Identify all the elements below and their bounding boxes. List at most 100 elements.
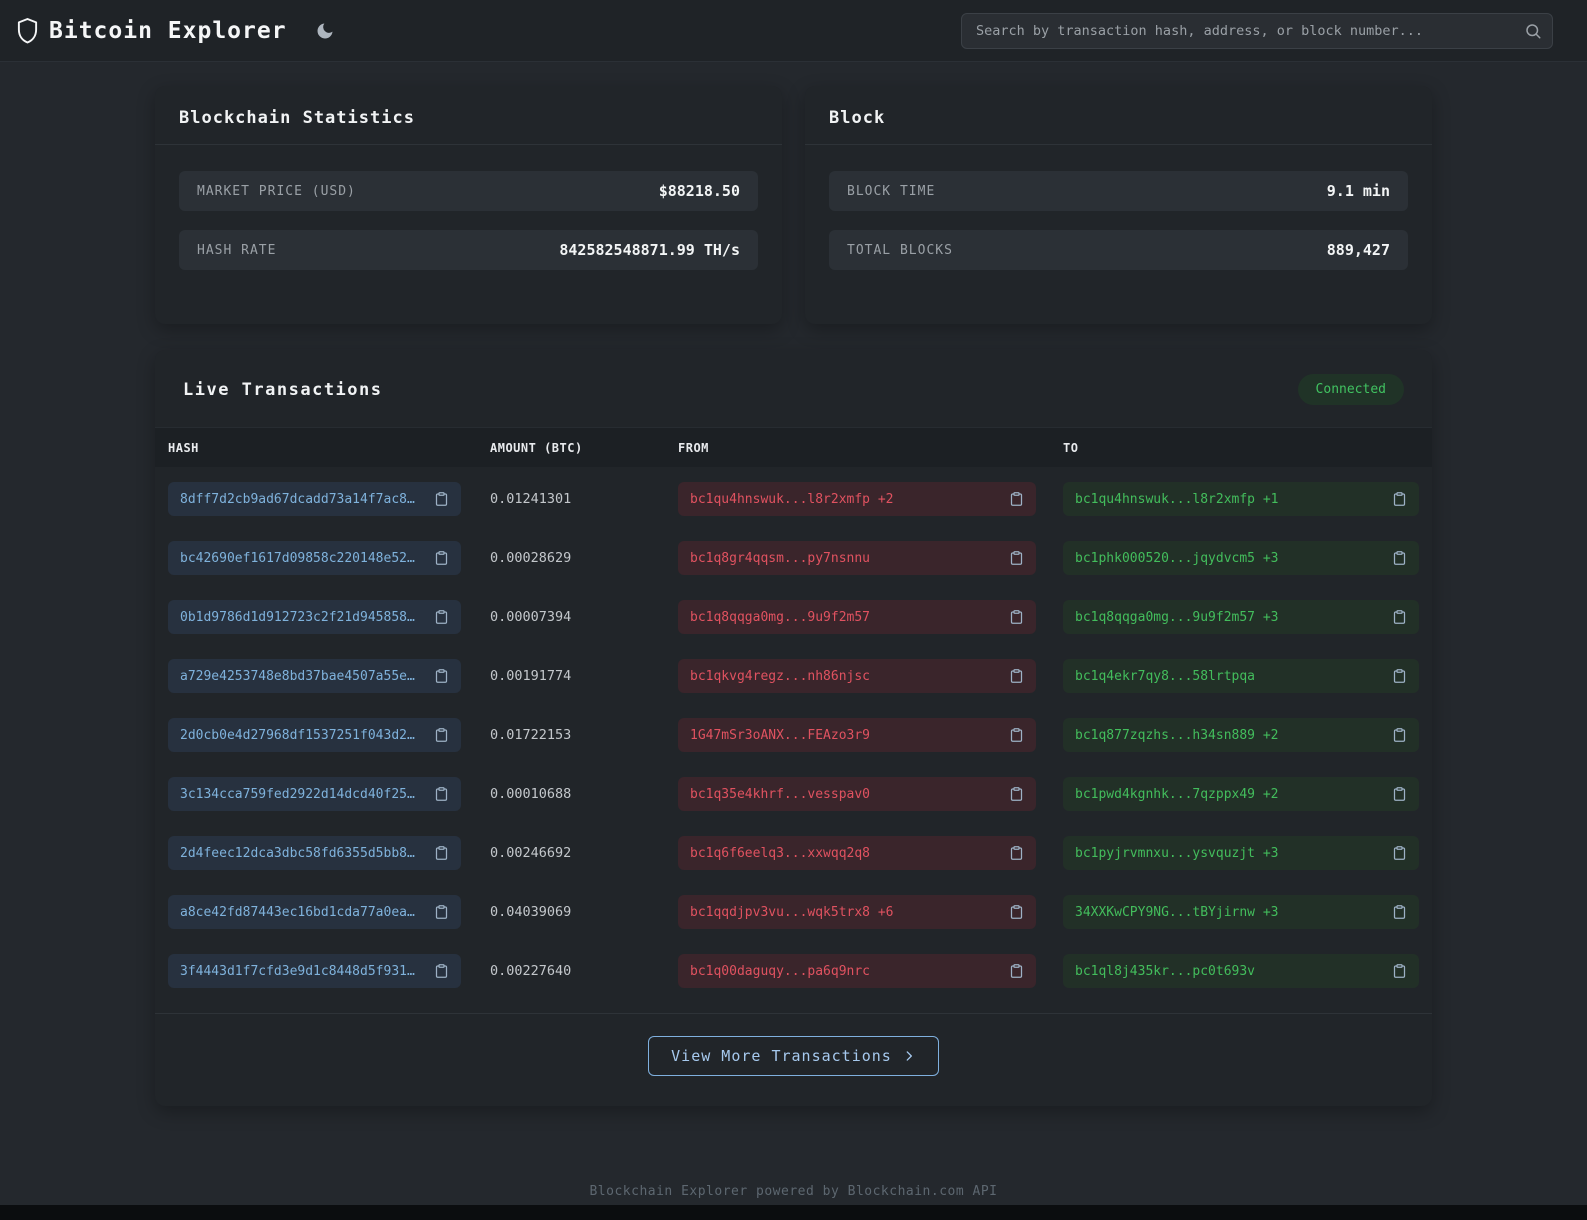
to-address-pill[interactable]: bc1q877zqzhs...h34sn889 +2	[1063, 718, 1419, 752]
transaction-hash[interactable]: 3c134cca759fed2922d14dcd40f25…	[180, 787, 415, 802]
to-address[interactable]: bc1pwd4kgnhk...7qzppx49 +2	[1075, 787, 1279, 802]
block-card-title: Block	[829, 108, 1408, 128]
to-address-pill[interactable]: bc1q4ekr7qy8...58lrtpqa	[1063, 659, 1419, 693]
transaction-hash-pill[interactable]: 3f4443d1f7cfd3e9d1c8448d5f931…	[168, 954, 461, 988]
copy-hash-icon[interactable]	[432, 902, 451, 922]
transaction-hash[interactable]: 0b1d9786d1d912723c2f21d945858…	[180, 610, 415, 625]
theme-toggle-moon-icon[interactable]	[315, 21, 335, 41]
live-transactions-title: Live Transactions	[183, 380, 383, 400]
copy-from-address-icon[interactable]	[1007, 489, 1026, 509]
copy-from-address-icon[interactable]	[1007, 725, 1026, 745]
copy-to-address-icon[interactable]	[1390, 843, 1409, 863]
copy-hash-icon[interactable]	[432, 725, 451, 745]
copy-hash-icon[interactable]	[432, 784, 451, 804]
copy-to-address-icon[interactable]	[1390, 902, 1409, 922]
to-address[interactable]: bc1pyjrvmnxu...ysvquzjt +3	[1075, 846, 1279, 861]
table-row: 3f4443d1f7cfd3e9d1c8448d5f931… 0.0022764…	[168, 954, 1419, 988]
copy-hash-icon[interactable]	[432, 607, 451, 627]
to-address[interactable]: bc1ql8j435kr...pc0t693v	[1075, 964, 1255, 979]
table-row: 2d0cb0e4d27968df1537251f043d2… 0.0172215…	[168, 718, 1419, 752]
copy-from-address-icon[interactable]	[1007, 902, 1026, 922]
from-address[interactable]: bc1qkvg4regz...nh86njsc	[690, 669, 870, 684]
copy-to-address-icon[interactable]	[1390, 784, 1409, 804]
to-address-pill[interactable]: bc1phk000520...jqydvcm5 +3	[1063, 541, 1419, 575]
copy-to-address-icon[interactable]	[1390, 489, 1409, 509]
connection-status-badge: Connected	[1298, 374, 1404, 405]
transaction-hash[interactable]: a729e4253748e8bd37bae4507a55e…	[180, 669, 415, 684]
copy-to-address-icon[interactable]	[1390, 961, 1409, 981]
stat-label: TOTAL BLOCKS	[847, 243, 953, 258]
transactions-body: 8dff7d2cb9ad67dcadd73a14f7ac8… 0.0124130…	[155, 467, 1432, 988]
copy-from-address-icon[interactable]	[1007, 843, 1026, 863]
transaction-hash[interactable]: 3f4443d1f7cfd3e9d1c8448d5f931…	[180, 964, 415, 979]
copy-to-address-icon[interactable]	[1390, 666, 1409, 686]
transaction-amount: 0.00007394	[490, 609, 678, 625]
copy-from-address-icon[interactable]	[1007, 961, 1026, 981]
from-address[interactable]: bc1q8gr4qqsm...py7nsnnu	[690, 551, 870, 566]
transaction-hash-pill[interactable]: 8dff7d2cb9ad67dcadd73a14f7ac8…	[168, 482, 461, 516]
transaction-hash-pill[interactable]: 3c134cca759fed2922d14dcd40f25…	[168, 777, 461, 811]
from-address-pill[interactable]: bc1q00daguqy...pa6q9nrc	[678, 954, 1036, 988]
copy-hash-icon[interactable]	[432, 548, 451, 568]
copy-to-address-icon[interactable]	[1390, 607, 1409, 627]
to-address-pill[interactable]: 34XXKwCPY9NG...tBYjirnw +3	[1063, 895, 1419, 929]
copy-hash-icon[interactable]	[432, 666, 451, 686]
from-address[interactable]: bc1q00daguqy...pa6q9nrc	[690, 964, 870, 979]
from-address-pill[interactable]: bc1qqdjpv3vu...wqk5trx8 +6	[678, 895, 1036, 929]
copy-hash-icon[interactable]	[432, 843, 451, 863]
stat-label: HASH RATE	[197, 243, 276, 258]
copy-hash-icon[interactable]	[432, 961, 451, 981]
divider	[805, 144, 1432, 145]
from-address-pill[interactable]: bc1qu4hnswuk...l8r2xmfp +2	[678, 482, 1036, 516]
from-address-pill[interactable]: bc1qkvg4regz...nh86njsc	[678, 659, 1036, 693]
to-address[interactable]: bc1phk000520...jqydvcm5 +3	[1075, 551, 1279, 566]
transaction-hash[interactable]: 2d4feec12dca3dbc58fd6355d5bb8…	[180, 846, 415, 861]
transaction-hash[interactable]: a8ce42fd87443ec16bd1cda77a0ea…	[180, 905, 415, 920]
transaction-hash-pill[interactable]: 0b1d9786d1d912723c2f21d945858…	[168, 600, 461, 634]
to-address[interactable]: bc1q877zqzhs...h34sn889 +2	[1075, 728, 1279, 743]
table-row: 0b1d9786d1d912723c2f21d945858… 0.0000739…	[168, 600, 1419, 634]
search-icon[interactable]	[1524, 22, 1542, 40]
from-address-pill[interactable]: 1G47mSr3oANX...FEAzo3r9	[678, 718, 1036, 752]
transaction-hash-pill[interactable]: bc42690ef1617d09858c220148e52…	[168, 541, 461, 575]
stat-value: 9.1 min	[1327, 182, 1390, 200]
transaction-hash-pill[interactable]: a729e4253748e8bd37bae4507a55e…	[168, 659, 461, 693]
page-footer-text: Blockchain Explorer powered by Blockchai…	[155, 1184, 1432, 1199]
to-address-pill[interactable]: bc1q8qqga0mg...9u9f2m57 +3	[1063, 600, 1419, 634]
to-address[interactable]: bc1q4ekr7qy8...58lrtpqa	[1075, 669, 1255, 684]
from-address-pill[interactable]: bc1q8qqga0mg...9u9f2m57	[678, 600, 1036, 634]
copy-from-address-icon[interactable]	[1007, 666, 1026, 686]
transaction-amount: 0.00191774	[490, 668, 678, 684]
from-address[interactable]: bc1qqdjpv3vu...wqk5trx8 +6	[690, 905, 894, 920]
view-more-transactions-button[interactable]: View More Transactions	[648, 1036, 939, 1076]
from-address-pill[interactable]: bc1q6f6eelq3...xxwqq2q8	[678, 836, 1036, 870]
from-address[interactable]: bc1q8qqga0mg...9u9f2m57	[690, 610, 870, 625]
transaction-hash-pill[interactable]: 2d4feec12dca3dbc58fd6355d5bb8…	[168, 836, 461, 870]
search-input[interactable]	[976, 23, 1524, 39]
to-address-pill[interactable]: bc1ql8j435kr...pc0t693v	[1063, 954, 1419, 988]
transaction-hash-pill[interactable]: a8ce42fd87443ec16bd1cda77a0ea…	[168, 895, 461, 929]
copy-from-address-icon[interactable]	[1007, 784, 1026, 804]
transaction-hash-pill[interactable]: 2d0cb0e4d27968df1537251f043d2…	[168, 718, 461, 752]
to-address[interactable]: 34XXKwCPY9NG...tBYjirnw +3	[1075, 905, 1279, 920]
from-address[interactable]: 1G47mSr3oANX...FEAzo3r9	[690, 728, 870, 743]
copy-from-address-icon[interactable]	[1007, 548, 1026, 568]
to-address-pill[interactable]: bc1qu4hnswuk...l8r2xmfp +1	[1063, 482, 1419, 516]
copy-hash-icon[interactable]	[432, 489, 451, 509]
from-address[interactable]: bc1q6f6eelq3...xxwqq2q8	[690, 846, 870, 861]
from-address[interactable]: bc1qu4hnswuk...l8r2xmfp +2	[690, 492, 894, 507]
to-address[interactable]: bc1q8qqga0mg...9u9f2m57 +3	[1075, 610, 1279, 625]
copy-to-address-icon[interactable]	[1390, 725, 1409, 745]
transaction-hash[interactable]: 8dff7d2cb9ad67dcadd73a14f7ac8…	[180, 492, 415, 507]
from-address[interactable]: bc1q35e4khrf...vesspav0	[690, 787, 870, 802]
from-address-pill[interactable]: bc1q8gr4qqsm...py7nsnnu	[678, 541, 1036, 575]
to-address[interactable]: bc1qu4hnswuk...l8r2xmfp +1	[1075, 492, 1279, 507]
to-address-pill[interactable]: bc1pyjrvmnxu...ysvquzjt +3	[1063, 836, 1419, 870]
copy-from-address-icon[interactable]	[1007, 607, 1026, 627]
copy-to-address-icon[interactable]	[1390, 548, 1409, 568]
table-row: a729e4253748e8bd37bae4507a55e… 0.0019177…	[168, 659, 1419, 693]
transaction-hash[interactable]: bc42690ef1617d09858c220148e52…	[180, 551, 415, 566]
transaction-hash[interactable]: 2d0cb0e4d27968df1537251f043d2…	[180, 728, 415, 743]
from-address-pill[interactable]: bc1q35e4khrf...vesspav0	[678, 777, 1036, 811]
to-address-pill[interactable]: bc1pwd4kgnhk...7qzppx49 +2	[1063, 777, 1419, 811]
